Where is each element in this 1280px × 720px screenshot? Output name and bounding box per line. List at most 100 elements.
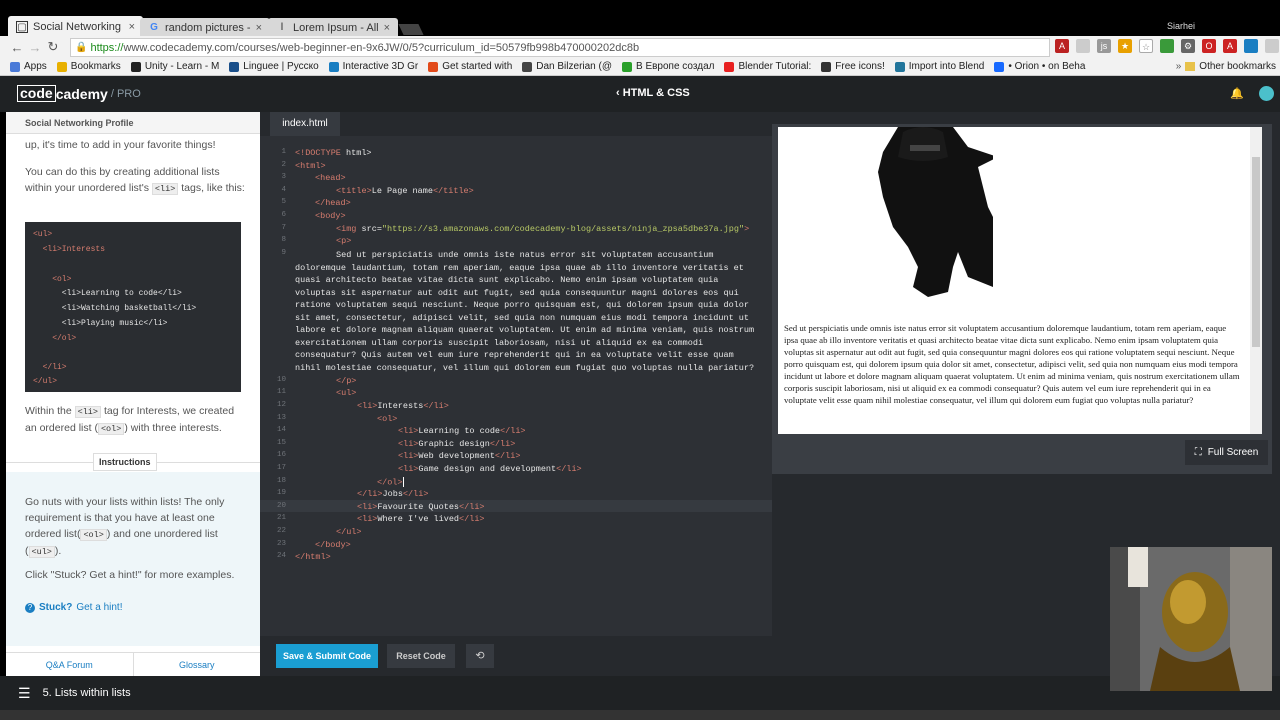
gear-icon[interactable]: ⚙ (1181, 39, 1195, 53)
bookmark-unity[interactable]: Unity - Learn - M (130, 61, 219, 72)
code-token: </head> (315, 198, 351, 208)
forward-icon[interactable]: → (26, 40, 44, 55)
codecademy-logo[interactable]: code cademy / PRO (17, 85, 141, 102)
profile-name[interactable]: Siarhei (1167, 21, 1195, 31)
bookmark-bookmarks[interactable]: Bookmarks (56, 61, 121, 72)
bookmark-orion[interactable]: • Orion • on Beha (994, 61, 1085, 72)
code-token: Web development (418, 451, 495, 461)
scrollbar-thumb[interactable] (1252, 157, 1260, 347)
other-bookmarks[interactable]: » Other bookmarks (1171, 61, 1276, 72)
bookmark-get-started[interactable]: Get started with (428, 61, 512, 72)
code-line: <li>Graphic design</li> (398, 439, 515, 449)
chevron-right-icon[interactable]: » (1176, 61, 1182, 72)
reset-code-button[interactable]: Reset Code (387, 644, 455, 668)
pdf-extension-icon[interactable]: A (1055, 39, 1069, 53)
close-tab-icon[interactable]: × (256, 22, 262, 34)
reload-icon[interactable]: ↻ (44, 39, 62, 55)
code-token: Le Page name (371, 186, 433, 196)
code-text: </ul> (33, 377, 58, 386)
bell-icon[interactable]: 🔔 (1230, 87, 1244, 100)
preview-content[interactable]: Sed ut perspiciatis unde omnis iste natu… (778, 127, 1262, 434)
stuck-hint-link[interactable]: ? Stuck? Get a hint! (25, 602, 122, 613)
tab-title: Lorem Ipsum - All th (293, 21, 380, 34)
code-token: Favourite Quotes (377, 502, 460, 512)
code-line: <li>Playing music</li> (33, 319, 168, 328)
back-icon[interactable]: ← (8, 40, 26, 55)
line-number: 3 (281, 173, 286, 181)
code-line: </p> (336, 376, 356, 386)
adblock-icon[interactable]: A (1223, 39, 1237, 53)
qa-forum-link[interactable]: Q&A Forum (6, 653, 134, 676)
extension-icon[interactable] (1244, 39, 1258, 53)
course-title[interactable]: ‹ HTML & CSS (616, 87, 690, 99)
text-cursor (402, 477, 404, 487)
code-token: <li> (398, 426, 419, 436)
code-line: <li>Interests (33, 245, 105, 254)
full-screen-button[interactable]: ⛶ Full Screen (1185, 440, 1268, 465)
inline-code: <li> (151, 183, 179, 195)
opera-icon[interactable]: O (1202, 39, 1216, 53)
line-number: 6 (281, 211, 286, 219)
code-editor[interactable]: 1 2 3 4 5 6 7 8 9 10 11 12 13 14 15 16 1… (260, 136, 772, 636)
other-bookmarks-label: Other bookmarks (1199, 61, 1276, 72)
tab-lorem-ipsum[interactable]: Ⅰ Lorem Ipsum - All th × (268, 18, 398, 37)
site-icon (328, 61, 339, 72)
bookmark-apps[interactable]: Apps (10, 61, 47, 72)
close-tab-icon[interactable]: × (384, 22, 390, 34)
js-extension-icon[interactable]: js (1097, 39, 1111, 53)
bookmark-star-icon[interactable]: ★ (1118, 39, 1132, 53)
code-line: <!DOCTYPE html> (295, 148, 372, 158)
code-token: <ul> (336, 388, 357, 398)
code-line: <li>Learning to code</li> (398, 426, 526, 436)
site-icon (821, 61, 832, 72)
avatar[interactable] (1259, 86, 1274, 101)
code-token: Where I've lived (377, 514, 460, 524)
lesson-label[interactable]: 5. Lists within lists (43, 687, 131, 699)
code-token: <head> (315, 173, 346, 183)
lesson-footer: Q&A Forum Glossary (6, 652, 260, 676)
code-token: <title> (336, 186, 372, 196)
line-number: 15 (276, 439, 286, 447)
code-line: <title>Le Page name</title> (336, 186, 474, 196)
line-number: 4 (281, 186, 286, 194)
code-text: </li> (33, 363, 67, 372)
url-input[interactable]: 🔒 https:// www.codecademy.com/courses/we… (70, 38, 1050, 57)
close-tab-icon[interactable]: × (129, 21, 135, 33)
tab-social-networking[interactable]: ▢ Social Networking Pr × (8, 16, 143, 37)
star-icon[interactable]: ☆ (1139, 39, 1153, 53)
fullscreen-icon: ⛶ (1194, 447, 1202, 458)
bookmark-dan-bilzerian[interactable]: Dan Bilzerian (@ (522, 61, 612, 72)
bookmark-europe[interactable]: В Европе создал (622, 61, 714, 72)
line-number: 18 (276, 477, 286, 485)
bookmark-import-blender[interactable]: Import into Blend (894, 61, 984, 72)
refresh-icon[interactable]: ⟲ (466, 644, 494, 668)
bookmark-label: • Orion • on Beha (1008, 61, 1086, 72)
save-submit-button[interactable]: Save & Submit Code (276, 644, 378, 668)
lesson-panel: Social Networking Profile up, it's time … (6, 112, 260, 676)
tab-random-pictures[interactable]: G random pictures - G × (140, 18, 270, 37)
lesson-text: ) with three interests. (124, 422, 222, 434)
preview-scrollbar[interactable] (1250, 127, 1262, 434)
glossary-link[interactable]: Glossary (134, 653, 261, 676)
extension-icon[interactable] (1076, 39, 1090, 53)
bookmark-linguee[interactable]: Linguee | Русско (229, 61, 319, 72)
code-line: <li>Game design and development</li> (398, 464, 582, 474)
file-tab-index-html[interactable]: index.html (270, 112, 340, 136)
bookmarks-bar: Apps Bookmarks Unity - Learn - M Linguee… (0, 58, 1280, 76)
folder-icon (1185, 62, 1196, 71)
code-line: </ul> (336, 527, 362, 537)
current-line-highlight (260, 500, 772, 512)
hamburger-menu-icon[interactable]: ☰ (18, 685, 31, 702)
new-tab-button[interactable] (398, 24, 424, 35)
line-number: 7 (281, 224, 286, 232)
logo-code: code (17, 85, 56, 102)
evernote-icon[interactable] (1160, 39, 1174, 53)
bookmark-free-icons[interactable]: Free icons! (821, 61, 885, 72)
extension-icon[interactable] (1265, 39, 1279, 53)
code-token: DOCTYPE (305, 148, 341, 158)
bookmark-blender-tutorial[interactable]: Blender Tutorial: (724, 61, 811, 72)
code-line: </li> (33, 363, 67, 372)
bookmark-interactive-3d[interactable]: Interactive 3D Gr (328, 61, 418, 72)
line-number: 1 (281, 148, 286, 156)
code-line: <li>Web development</li> (398, 451, 520, 461)
